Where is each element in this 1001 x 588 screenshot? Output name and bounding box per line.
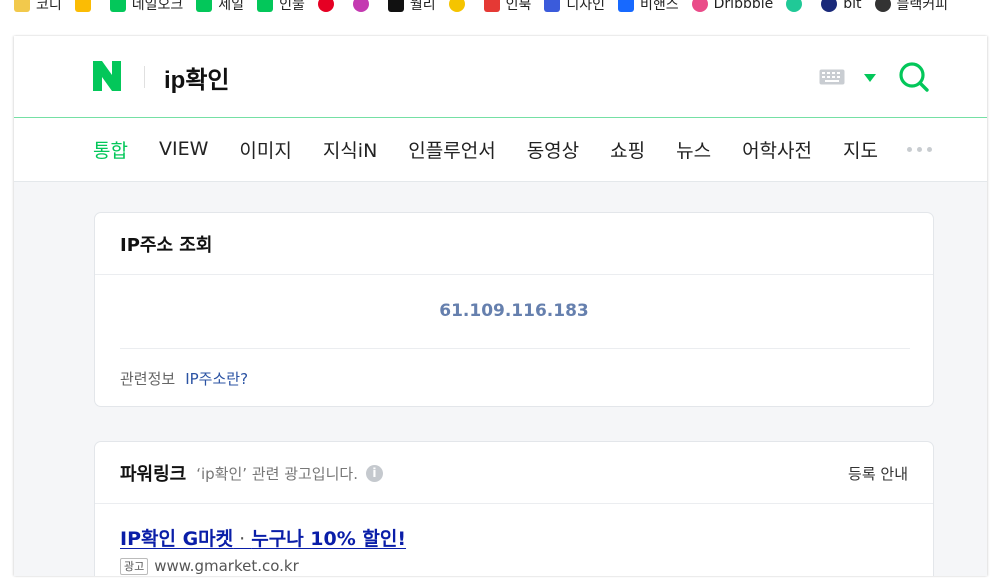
header-divider — [14, 117, 987, 118]
hp-icon — [821, 0, 838, 12]
bookmark-item[interactable]: 블랙커피 — [874, 0, 949, 14]
record-icon — [874, 0, 891, 12]
ad-badge: 광고 — [120, 557, 149, 575]
powerlink-header: 파워링크 ‘ip확인’ 관련 광고입니다. i — [120, 460, 383, 486]
kakao-icon — [448, 0, 465, 12]
keyboard-icon[interactable] — [819, 69, 845, 85]
more-icon[interactable] — [906, 146, 932, 152]
bookmark-item[interactable]: 비핸스 — [618, 0, 679, 14]
powerlink-card: 파워링크 ‘ip확인’ 관련 광고입니다. i 등록 안내 IP확인 G마켓 ·… — [94, 441, 934, 576]
bookmark-item[interactable]: 세일 — [196, 0, 244, 14]
tab-item[interactable]: 동영상 — [527, 136, 579, 163]
bookmark-label: 블랙커피 — [896, 0, 949, 13]
info-icon[interactable]: i — [365, 464, 383, 482]
browser-content: ip확인 통합 VIEW 이미지 지식iN 인플루언서 동영상 쇼핑 뉴스 어학사전 지도 IP주… — [14, 36, 987, 576]
search-icon[interactable] — [898, 61, 930, 93]
mail-icon — [257, 0, 274, 12]
bookmark-item[interactable]: 코디 — [14, 0, 62, 14]
bookmark-label: 인북 — [505, 0, 532, 13]
ad-title-part: 누구나 10% 할인! — [251, 528, 407, 550]
bookmark-label: 세일 — [218, 0, 245, 13]
bookmark-item[interactable]: 인물 — [257, 0, 305, 14]
bookmark-label: 월리 — [409, 0, 436, 13]
arrow-app-icon — [544, 0, 561, 12]
bookmarks-list: 코디 네일오크 세일 인물 월리 인북 디자인 비핸스 Dribbble bit 블랙커피 — [14, 0, 961, 22]
tab-item[interactable]: 지도 — [843, 136, 878, 163]
bookmark-label: 코디 — [36, 0, 62, 13]
pinterest-icon — [317, 0, 334, 12]
bookmark-label: Dribbble — [713, 0, 774, 12]
chevron-down-icon[interactable] — [863, 73, 877, 83]
divider — [120, 348, 910, 349]
bookmark-label: 인물 — [279, 0, 305, 13]
search-tabs: 통합 VIEW 이미지 지식iN 인플루언서 동영상 쇼핑 뉴스 어학사전 지도 — [93, 134, 932, 164]
tab-item[interactable]: VIEW — [159, 138, 208, 160]
tab-item[interactable]: 쇼핑 — [610, 136, 645, 163]
bookmark-item[interactable]: 네일오크 — [109, 0, 184, 14]
naver-logo[interactable] — [93, 61, 121, 91]
card-title: IP주소 조회 — [120, 235, 213, 256]
ip-address: 61.109.116.183 — [439, 301, 589, 321]
ad-title-link[interactable]: IP확인 G마켓 · 누구나 10% 할인! — [120, 524, 406, 551]
related-info: 관련정보 IP주소란? — [120, 368, 248, 389]
divider — [95, 274, 933, 275]
bookmark-label: bit — [843, 0, 862, 12]
behance-icon — [618, 0, 634, 12]
register-guide-link[interactable]: 등록 안내 — [848, 463, 908, 484]
powerlink-desc: ‘ip확인’ 관련 광고입니다. — [196, 464, 358, 483]
tab-item[interactable]: 통합 — [93, 136, 128, 163]
tab-item[interactable]: 이미지 — [239, 136, 291, 163]
bookmark-item[interactable] — [352, 0, 375, 12]
tiktok-icon — [387, 0, 404, 12]
tab-item[interactable]: 인플루언서 — [408, 136, 495, 163]
bookmark-label: 비핸스 — [640, 0, 679, 13]
powerlink-title: 파워링크 — [120, 464, 187, 485]
tab-item[interactable]: 지식iN — [323, 136, 377, 163]
divider — [95, 503, 933, 504]
bookmark-item[interactable]: 디자인 — [544, 0, 605, 14]
ad-meta: 광고 www.gmarket.co.kr — [120, 557, 299, 575]
related-link[interactable]: IP주소란? — [185, 368, 248, 389]
related-label: 관련정보 — [120, 370, 176, 388]
bookmarks-bar: 코디 네일오크 세일 인물 월리 인북 디자인 비핸스 Dribbble bit 블랙커피 — [0, 0, 1001, 36]
google-drive-icon — [74, 0, 91, 12]
ad-url[interactable]: www.gmarket.co.kr — [154, 557, 299, 575]
ad-title-part: IP확인 G마켓 — [120, 528, 234, 550]
tab-item[interactable]: 어학사전 — [742, 136, 812, 163]
bookmark-label: 네일오크 — [131, 0, 184, 13]
bookmark-item[interactable] — [448, 0, 471, 12]
search-query[interactable]: ip확인 — [164, 60, 230, 95]
bookmark-item[interactable]: 월리 — [387, 0, 436, 14]
ip-lookup-card: IP주소 조회 61.109.116.183 관련정보 IP주소란? — [94, 212, 934, 407]
dots-app-icon — [352, 0, 369, 12]
search-header: ip확인 통합 VIEW 이미지 지식iN 인플루언서 동영상 쇼핑 뉴스 어학사전 지도 — [14, 36, 987, 182]
naver-cafe-icon — [109, 0, 126, 12]
bookmark-item[interactable] — [74, 0, 97, 12]
bookmark-item[interactable]: 인북 — [483, 0, 532, 14]
naver-cafe-icon — [196, 0, 213, 12]
bookmark-item[interactable]: Dribbble — [691, 0, 774, 12]
bookmark-item[interactable]: bit — [821, 0, 862, 12]
logo-divider — [144, 66, 145, 88]
ad-title-separator: · — [233, 528, 252, 550]
bookmark-item[interactable] — [786, 0, 808, 12]
bookmark-icon — [14, 0, 30, 12]
music-icon — [483, 0, 500, 12]
bookmark-label: 디자인 — [566, 0, 605, 13]
m-app-icon — [786, 0, 803, 12]
bookmark-item[interactable] — [317, 0, 340, 12]
tab-item[interactable]: 뉴스 — [676, 136, 711, 163]
dribbble-icon — [691, 0, 708, 12]
